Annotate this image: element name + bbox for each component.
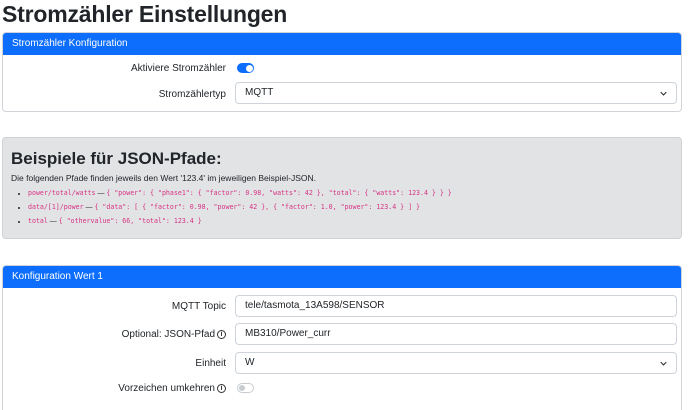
unit-label: Einheit [195, 358, 226, 369]
example-json: { "othervalue": 66, "total": 123.4 } [58, 217, 202, 225]
toggle-knob [239, 385, 245, 391]
chevron-down-icon [660, 361, 667, 366]
activate-meter-label: Aktiviere Stromzähler [130, 63, 226, 74]
meter-config-header: Stromzähler Konfiguration [3, 33, 681, 55]
example-json: { "power": { "phase1": { "factor": 0.98,… [106, 189, 452, 197]
meter-config-card: Stromzähler Konfiguration Aktiviere Stro… [2, 32, 682, 112]
json-path-input[interactable]: MB310/Power_curr [235, 323, 677, 345]
info-icon[interactable]: i [217, 383, 226, 393]
chevron-down-icon [660, 91, 667, 96]
json-path-examples: Beispiele für JSON-Pfade: Die folgenden … [2, 137, 682, 239]
meter-type-label: Stromzählertyp [158, 89, 226, 100]
meter-type-select[interactable]: MQTT [235, 82, 677, 104]
example-item: total — { "othervalue": 66, "total": 123… [28, 214, 452, 228]
examples-list: power/total/watts — { "power": { "phase1… [28, 186, 452, 228]
example-path: data/[1]/power [28, 203, 84, 211]
example-separator: — [83, 204, 95, 211]
examples-title: Beispiele für JSON-Pfade: [11, 149, 222, 168]
invert-sign-toggle[interactable] [237, 383, 254, 393]
example-json: { "data": [ { "factor": 0.98, "power": 4… [94, 203, 420, 211]
mqtt-topic-value: tele/tasmota_13A598/SENSOR [245, 300, 385, 311]
examples-intro: Die folgenden Pfade finden jeweils den W… [11, 173, 317, 183]
unit-value: W [245, 357, 255, 368]
page-title: Stromzähler Einstellungen [2, 1, 288, 27]
toggle-knob [245, 64, 253, 72]
value-config-header: Konfiguration Wert 1 [3, 266, 681, 288]
json-path-value: MB310/Power_curr [245, 328, 331, 339]
activate-meter-toggle[interactable] [237, 63, 254, 73]
json-path-label-text: Optional: JSON-Pfad [121, 329, 215, 340]
example-path: power/total/watts [28, 189, 96, 197]
mqtt-topic-input[interactable]: tele/tasmota_13A598/SENSOR [235, 295, 677, 317]
example-separator: — [95, 190, 107, 197]
example-separator: — [47, 218, 59, 225]
unit-select[interactable]: W [235, 352, 677, 374]
json-path-label: Optional: JSON-Pfad i [122, 329, 226, 340]
info-icon[interactable]: i [217, 329, 226, 339]
example-path: total [28, 217, 48, 225]
invert-sign-label: Vorzeichen umkehren i [118, 383, 226, 394]
meter-type-value: MQTT [245, 87, 274, 98]
example-item: data/[1]/power — { "data": [ { "factor":… [28, 200, 452, 214]
example-item: power/total/watts — { "power": { "phase1… [28, 186, 452, 200]
invert-sign-label-text: Vorzeichen umkehren [118, 383, 215, 394]
value-config-card: Konfiguration Wert 1 MQTT Topic tele/tas… [2, 265, 682, 410]
mqtt-topic-label: MQTT Topic [171, 301, 226, 312]
